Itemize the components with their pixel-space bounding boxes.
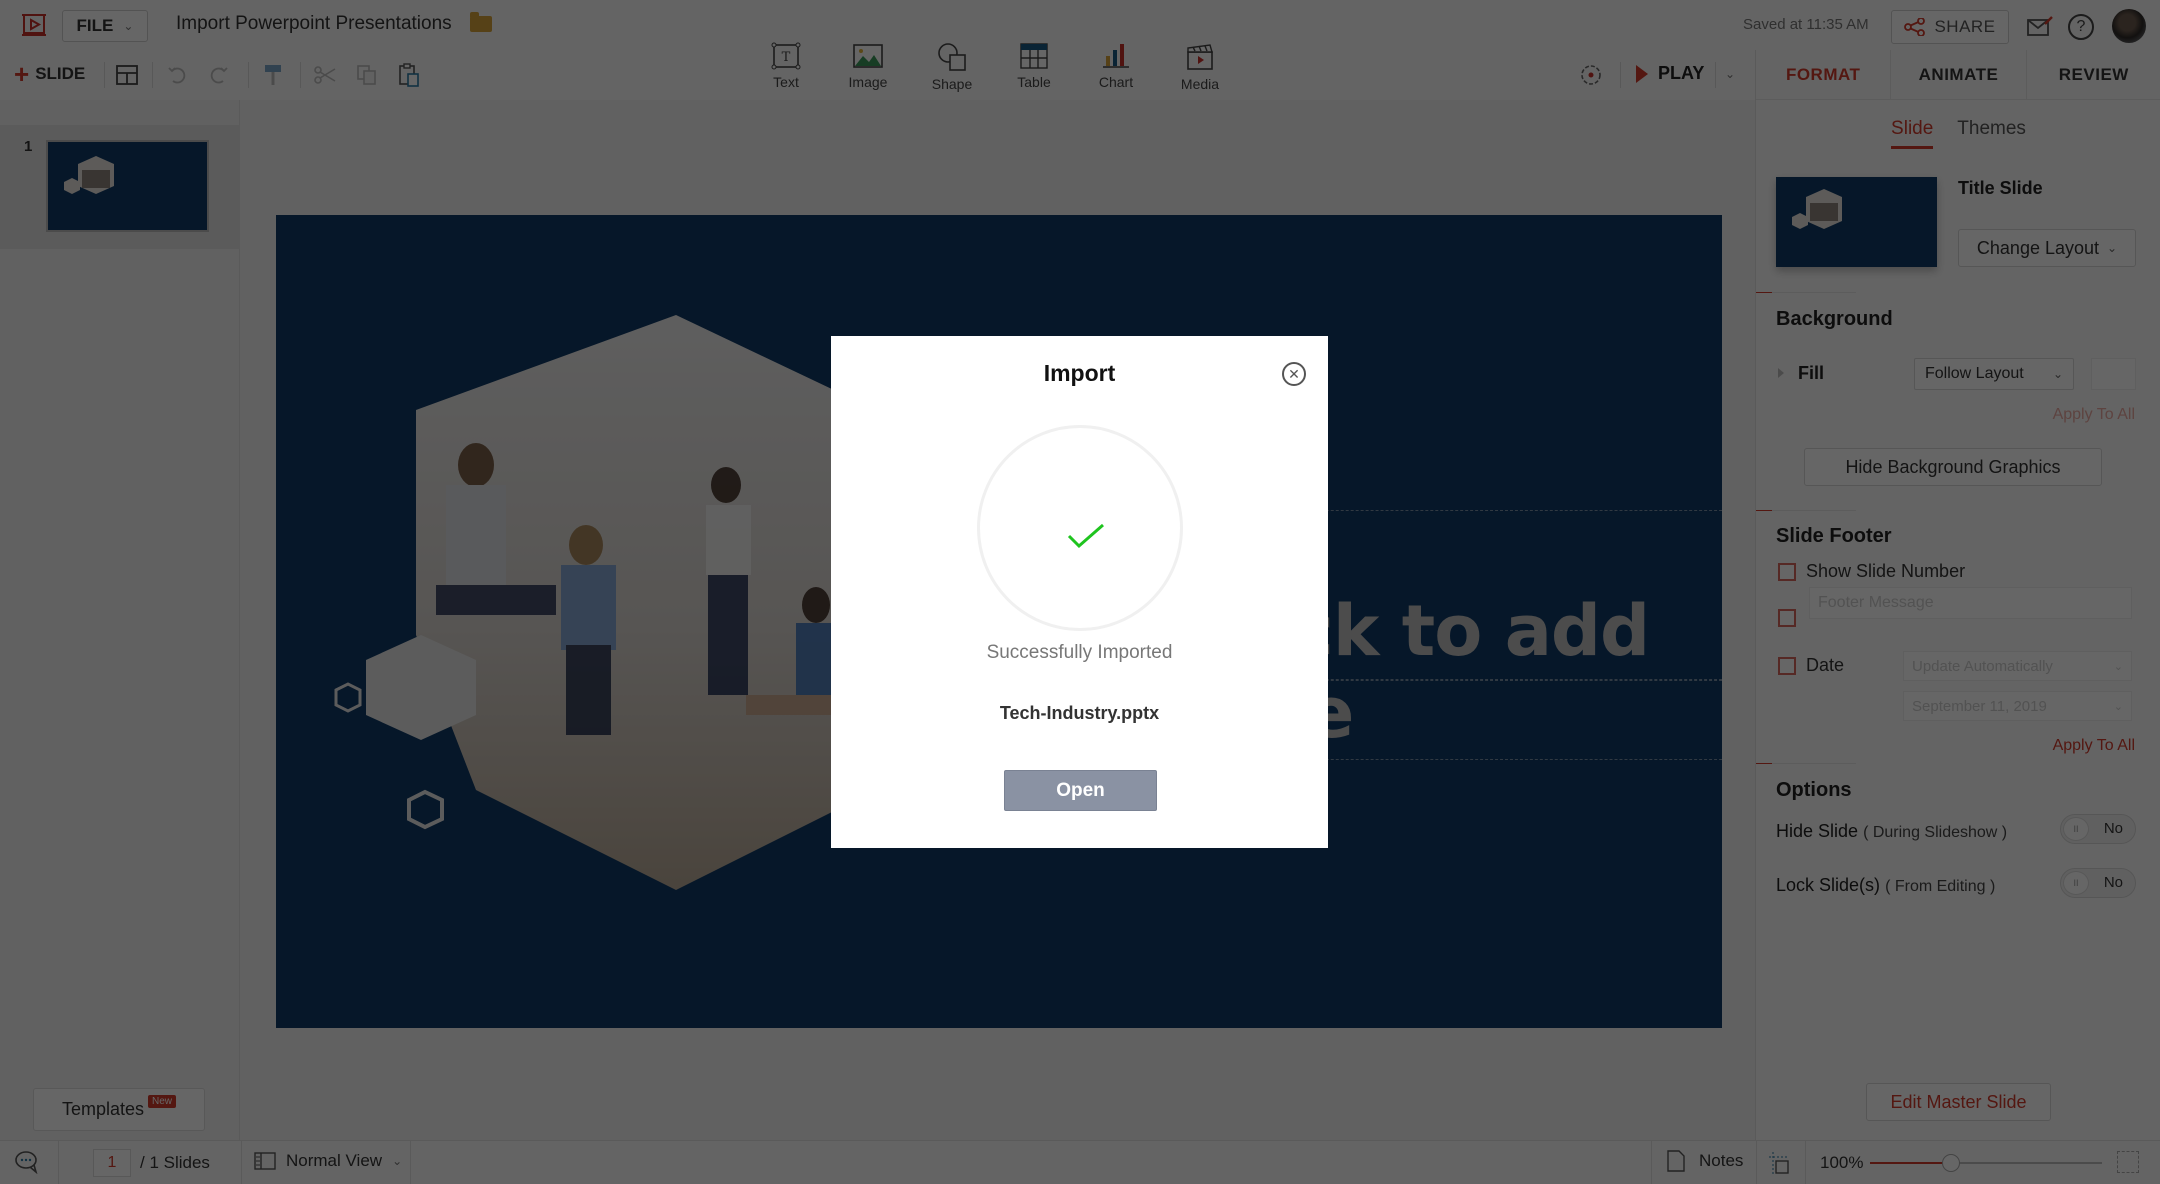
import-progress-ring [977, 425, 1183, 631]
checkmark-icon [1067, 523, 1104, 549]
close-icon[interactable]: ✕ [1282, 362, 1306, 386]
import-status-text: Successfully Imported [986, 642, 1173, 663]
import-dialog: Import ✕ Successfully Imported Tech-Indu… [831, 336, 1328, 848]
imported-file-name: Tech-Industry.pptx [999, 703, 1160, 723]
dialog-title: Import [1043, 360, 1116, 386]
open-button[interactable]: Open [1004, 770, 1157, 811]
